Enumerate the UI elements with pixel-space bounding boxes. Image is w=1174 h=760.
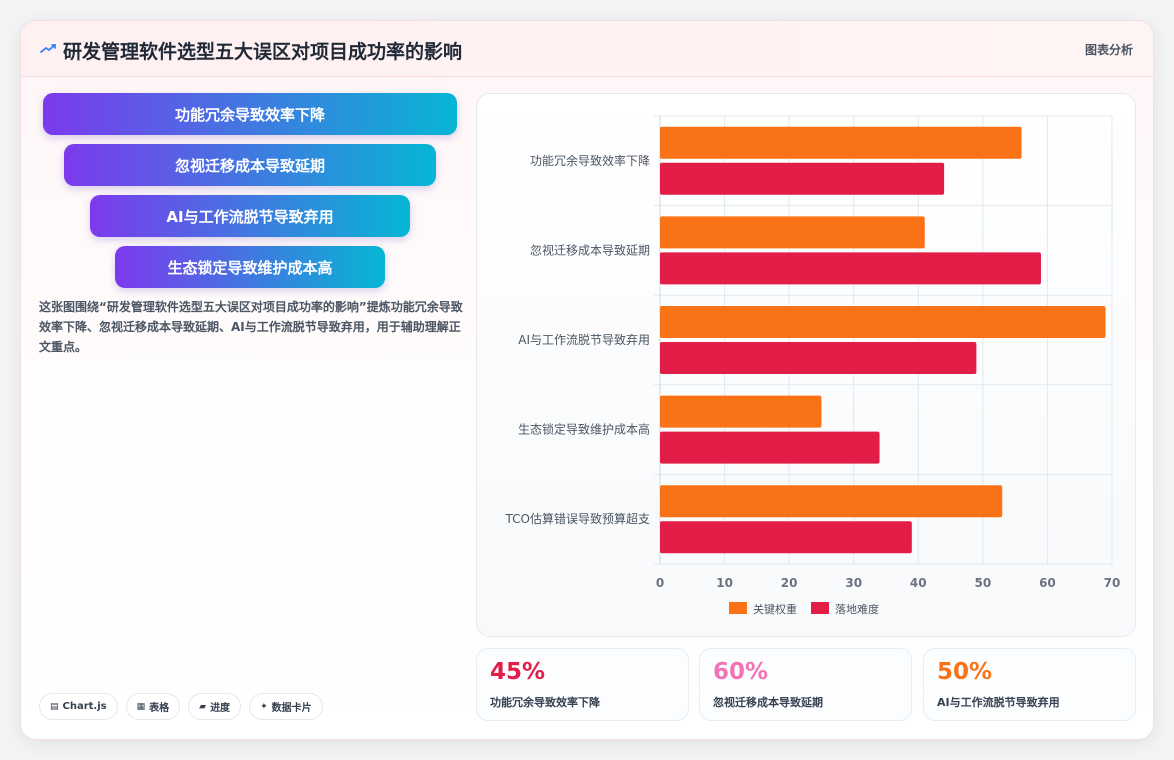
bar-difficulty [660, 431, 880, 464]
chart-card: 研发管理软件选型五大误区对项目成功率的影响 图表分析 功能冗余导致效率下降 忽视… [20, 20, 1154, 740]
legend-label: 落地难度 [835, 602, 879, 616]
chip-row: ▤ Chart.js ▦ 表格 ▰ 进度 ✦ 数据卡片 [39, 693, 323, 720]
header-tag: 图表分析 [1084, 43, 1133, 57]
category-label: 生态锁定导致维护成本高 [518, 422, 650, 437]
page-title: 研发管理软件选型五大误区对项目成功率的影响 [63, 41, 463, 63]
chart-panel: 0 10 20 30 40 50 60 70 功能冗余导致效率下降 忽视迁移成本导致延期 AI与工作… [476, 93, 1136, 637]
stat-label: AI与工作流脱节导致弃用 [937, 696, 1060, 709]
chip-label: 进度 [210, 703, 231, 714]
x-tick-label: 0 [656, 576, 664, 590]
funnel-item-2: 忽视迁移成本导致延期 [64, 144, 436, 186]
chip-label: Chart.js [62, 701, 107, 712]
funnel-item-1: 功能冗余导致效率下降 [43, 93, 457, 135]
stat-label: 功能冗余导致效率下降 [490, 696, 600, 709]
chip-data-card[interactable]: ✦ 数据卡片 [249, 693, 323, 720]
bar-key-weight [660, 485, 1003, 518]
chip-table[interactable]: ▦ 表格 [125, 693, 181, 720]
bar-difficulty [660, 342, 977, 374]
x-tick-label: 70 [1104, 576, 1121, 590]
legend-swatch [729, 602, 747, 614]
bar-key-weight [660, 306, 1106, 338]
chip-label: 数据卡片 [271, 703, 312, 714]
stat-label: 忽视迁移成本导致延期 [713, 696, 823, 709]
bar-difficulty [660, 521, 912, 554]
x-tick-label: 60 [1039, 576, 1056, 590]
bar-key-weight [660, 395, 822, 428]
chip-progress[interactable]: ▰ 进度 [188, 693, 242, 720]
legend-label: 关键权重 [753, 602, 797, 616]
description: 这张图围绕“研发管理软件选型五大误区对项目成功率的影响”提炼功能冗余导致效率下降… [39, 300, 463, 354]
chart-icon: ▤ [50, 701, 59, 712]
category-label: AI与工作流脱节导致弃用 [518, 332, 650, 347]
x-tick-label: 30 [845, 576, 862, 590]
stat-card-2: 60% 忽视迁移成本导致延期 [699, 648, 912, 721]
x-tick-label: 10 [716, 576, 733, 590]
stat-card-3: 50% AI与工作流脱节导致弃用 [923, 648, 1136, 721]
category-label: TCO估算错误导致预算超支 [505, 511, 650, 526]
bar-difficulty [660, 252, 1041, 285]
bar-chart: 0 10 20 30 40 50 60 70 功能冗余导致效率下降忽视迁移成本导致延期 AI与工作… [505, 115, 1121, 616]
category-label: 忽视迁移成本导致延期 [530, 242, 650, 257]
x-tick-label: 20 [781, 576, 798, 590]
stat-value: 50% [937, 659, 993, 685]
funnel-item-3: AI与工作流脱节导致弃用 [90, 195, 410, 237]
bar-key-weight [660, 126, 1022, 159]
legend-swatch [811, 602, 829, 614]
stat-card-1: 45% 功能冗余导致效率下降 [476, 648, 689, 721]
stat-value: 45% [490, 659, 546, 685]
bar-key-weight [660, 216, 925, 249]
progress-icon: ▰ [199, 701, 207, 712]
funnel-item-4: 生态锁定导致维护成本高 [115, 246, 385, 288]
x-tick-label: 40 [910, 576, 927, 590]
table-icon: ▦ [136, 701, 146, 712]
stat-value: 60% [713, 659, 769, 685]
header: 研发管理软件选型五大误区对项目成功率的影响 图表分析 [21, 21, 1153, 77]
x-tick-label: 50 [975, 576, 992, 590]
bar-difficulty [660, 162, 945, 195]
chip-chartjs[interactable]: ▤ Chart.js [39, 693, 118, 720]
chip-label: 表格 [149, 703, 170, 714]
sparkle-icon: ✦ [260, 701, 268, 712]
category-label: 功能冗余导致效率下降 [530, 153, 650, 168]
trend-icon [40, 44, 56, 53]
